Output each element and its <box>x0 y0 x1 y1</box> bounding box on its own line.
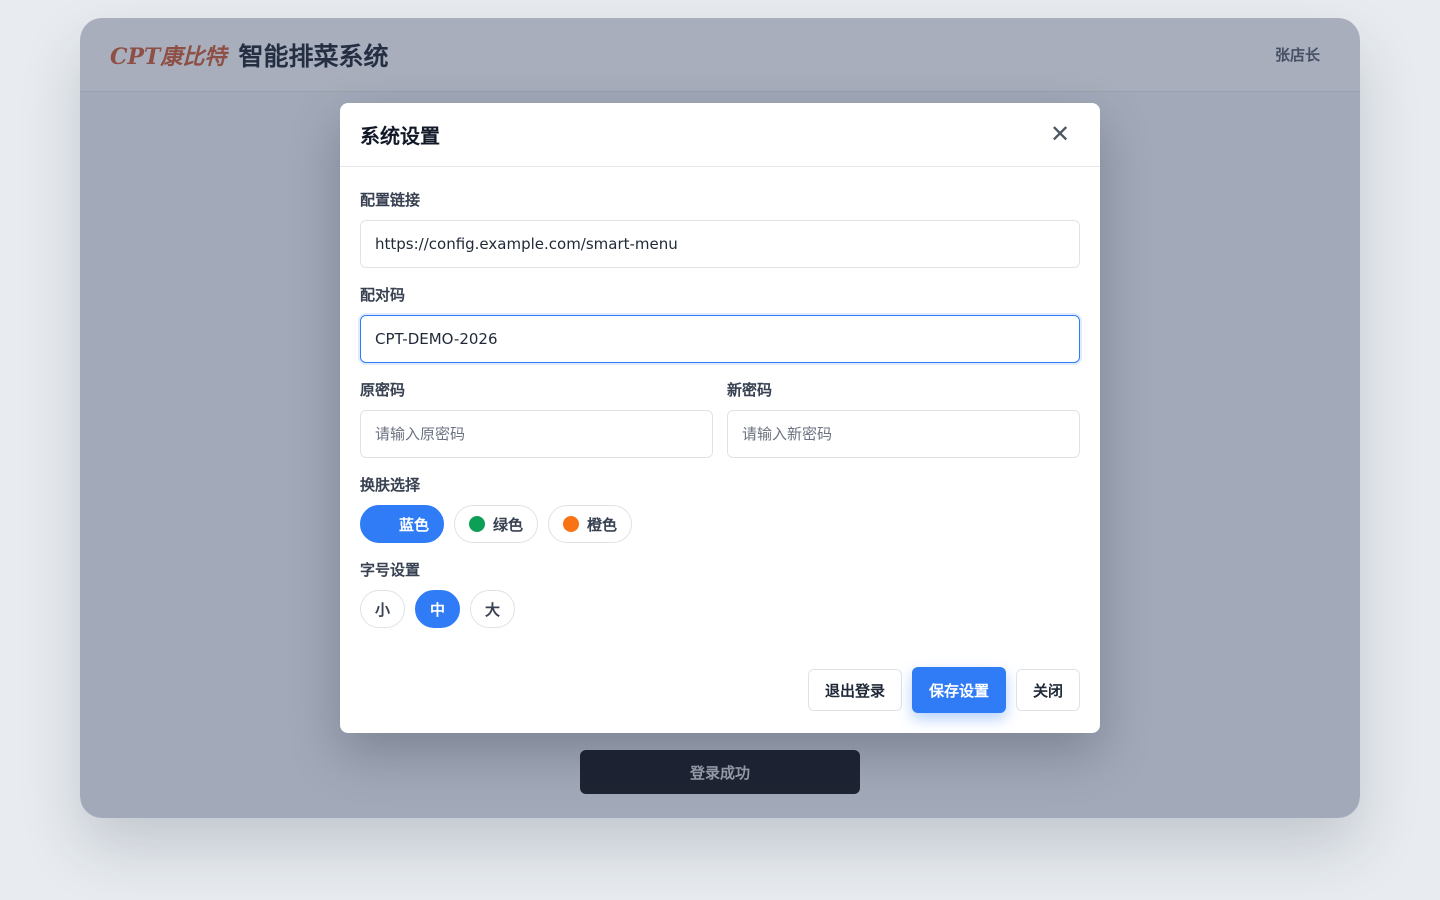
old-password-label: 原密码 <box>360 381 406 399</box>
config-link-input[interactable] <box>360 220 1080 268</box>
modal-body: 配置链接 配对码 原密码 新密码 换肤选择 蓝色 <box>340 167 1100 628</box>
close-icon[interactable]: ✕ <box>1040 115 1080 155</box>
font-size-options: 小 中 大 <box>360 590 1080 628</box>
theme-option-green[interactable]: 绿色 <box>454 505 539 543</box>
modal-header: 系统设置 ✕ <box>340 103 1100 167</box>
save-button[interactable]: 保存设置 <box>911 667 1006 713</box>
old-password-input[interactable] <box>360 410 713 458</box>
theme-options: 蓝色 绿色 橙色 <box>360 505 1080 543</box>
theme-option-blue[interactable]: 蓝色 <box>360 505 445 543</box>
logout-button[interactable]: 退出登录 <box>807 669 902 711</box>
theme-option-orange[interactable]: 橙色 <box>548 505 633 543</box>
font-size-medium[interactable]: 中 <box>415 590 460 628</box>
pair-code-label: 配对码 <box>360 286 406 304</box>
close-button[interactable]: 关闭 <box>1015 669 1080 711</box>
toast-message: 登录成功 <box>580 750 860 794</box>
theme-option-label: 橙色 <box>587 515 618 534</box>
settings-modal: 系统设置 ✕ 配置链接 配对码 原密码 新密码 换肤选择 蓝色 <box>340 103 1100 733</box>
new-password-label: 新密码 <box>727 381 773 399</box>
orange-swatch-icon <box>563 516 580 532</box>
theme-label: 换肤选择 <box>360 476 421 494</box>
font-size-label: 字号设置 <box>360 561 421 579</box>
modal-footer: 退出登录 保存设置 关闭 <box>807 667 1080 713</box>
green-swatch-icon <box>469 516 486 532</box>
theme-option-label: 蓝色 <box>399 515 430 534</box>
new-password-input[interactable] <box>727 410 1080 458</box>
config-link-label: 配置链接 <box>360 191 421 209</box>
blue-swatch-icon <box>375 516 391 532</box>
password-row: 原密码 新密码 <box>360 379 1080 458</box>
modal-title: 系统设置 <box>360 124 440 148</box>
font-size-large[interactable]: 大 <box>470 590 515 628</box>
font-size-small[interactable]: 小 <box>360 590 405 628</box>
theme-option-label: 绿色 <box>493 515 524 534</box>
pair-code-input[interactable] <box>360 315 1080 363</box>
